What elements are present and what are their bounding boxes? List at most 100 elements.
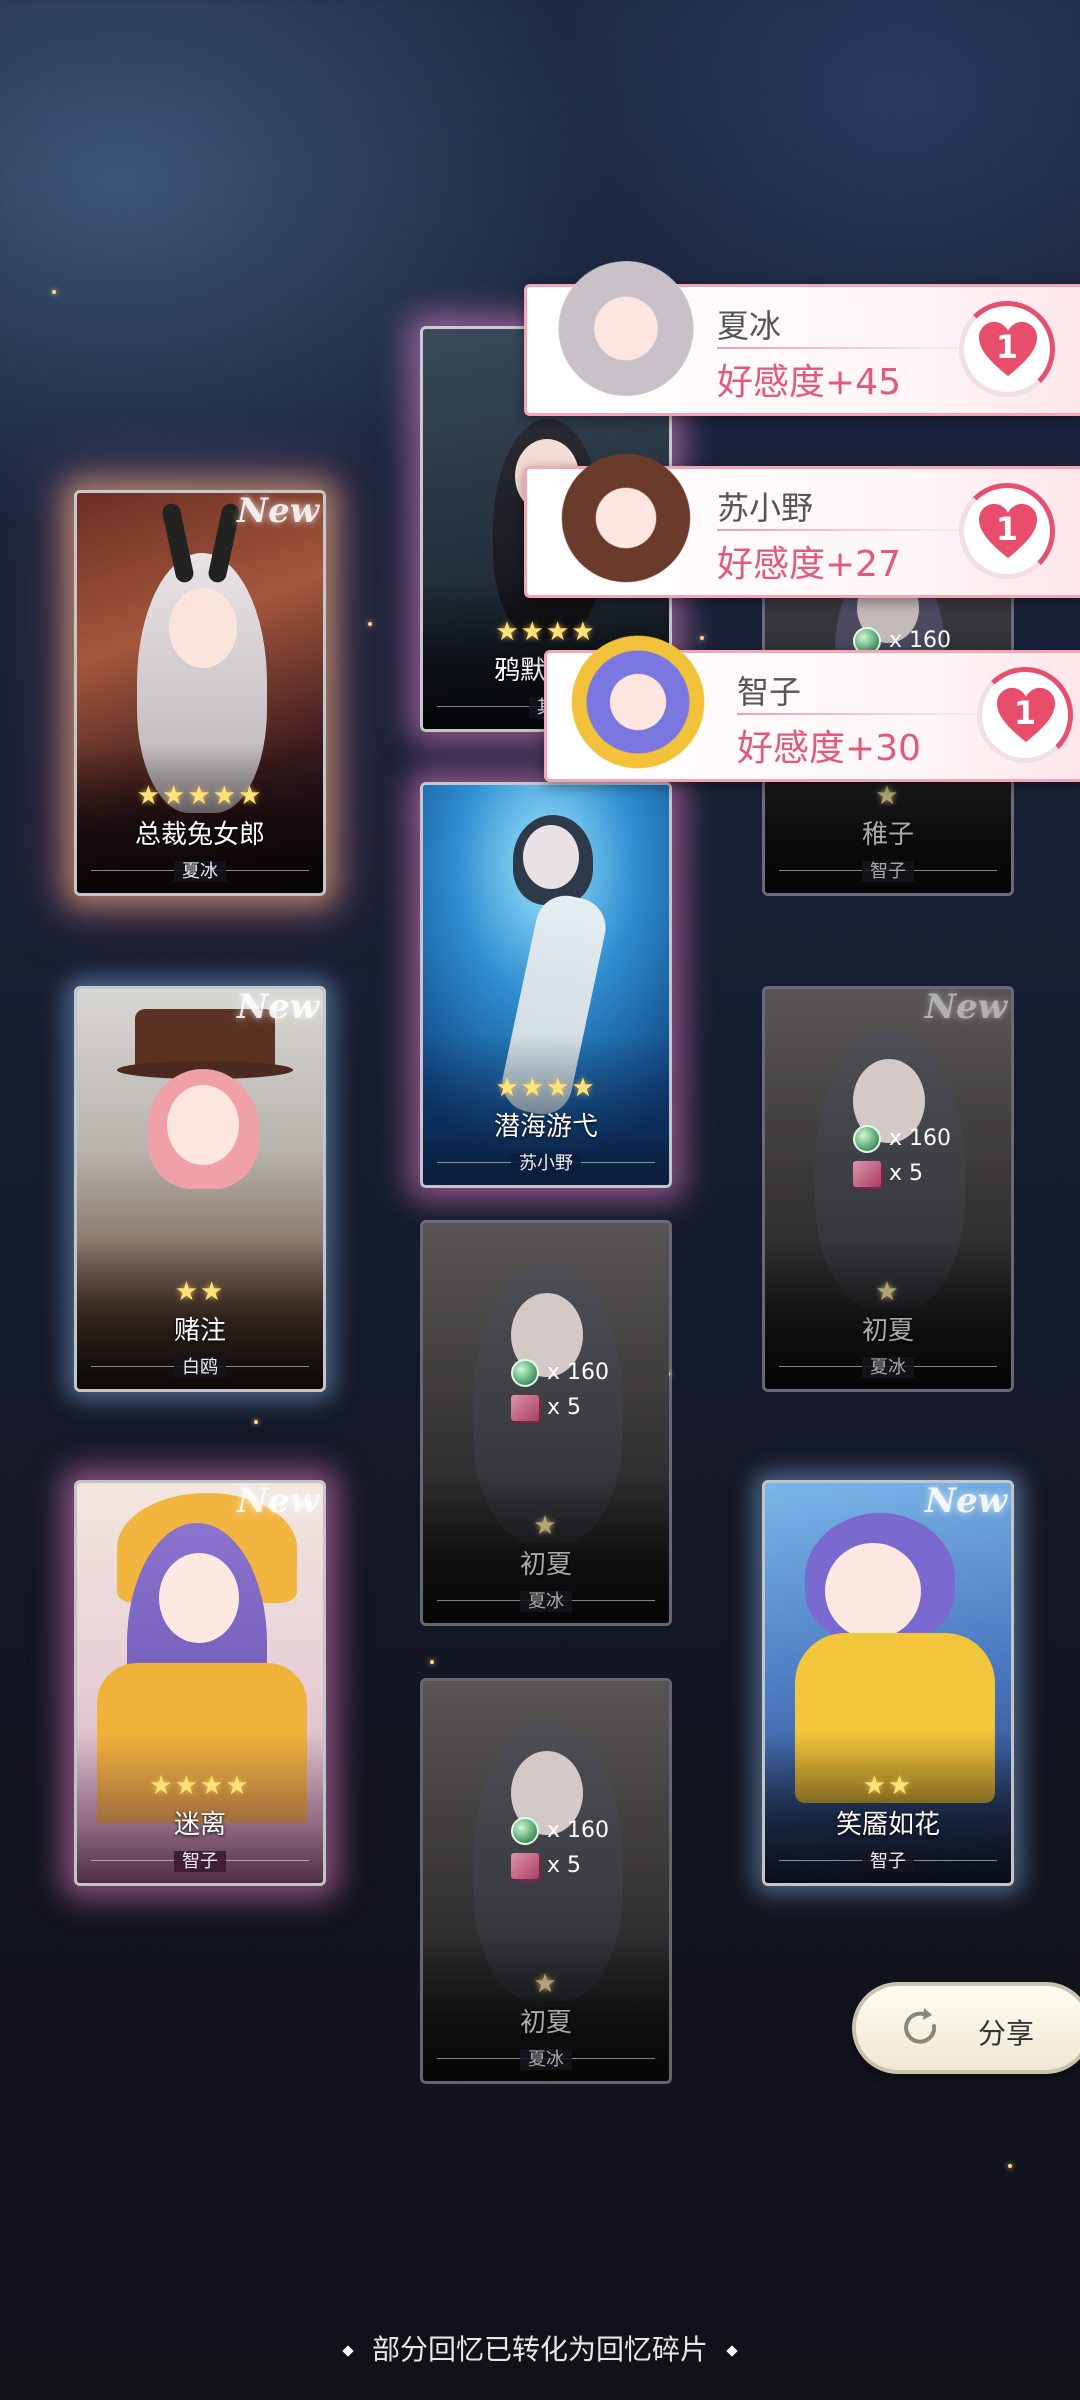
character-face xyxy=(523,825,579,889)
card-stars: ★★ xyxy=(862,1771,914,1801)
card-owner: 智子 xyxy=(765,1847,1011,1873)
divider xyxy=(717,347,987,349)
affection-value: 好感度+27 xyxy=(717,544,901,585)
card-owner-name: 夏冰 xyxy=(520,1591,572,1612)
sparkle xyxy=(254,1420,258,1424)
card-title: 初夏 xyxy=(861,1316,914,1346)
gem-icon xyxy=(511,1359,539,1387)
affection-notification: 苏小野 好感度+27 1 xyxy=(524,443,1080,598)
reward-gem: x 160 xyxy=(511,1817,609,1845)
affection-level: 1 xyxy=(995,328,1019,366)
affection-level-ring: 1 xyxy=(959,483,1055,579)
character-face xyxy=(167,1085,239,1165)
memory-card[interactable]: New ★★ 笑靥如花 智子 xyxy=(762,1480,1014,1886)
card-owner-name: 夏冰 xyxy=(862,1357,914,1378)
footer-note: 部分回忆已转化为回忆碎片 xyxy=(0,2328,1080,2368)
reward-gem: x 160 xyxy=(511,1359,609,1387)
sparkle xyxy=(430,1660,434,1664)
sparkle xyxy=(52,290,56,294)
cube-icon xyxy=(853,1161,881,1187)
character-face xyxy=(159,1553,239,1643)
cube-icon xyxy=(511,1853,539,1879)
card-stars: ★ xyxy=(875,781,901,811)
sparkle xyxy=(700,636,704,640)
new-badge: New xyxy=(925,1481,1007,1521)
notification-name: 智子 xyxy=(737,673,802,711)
card-stars: ★★ xyxy=(174,1277,226,1307)
card-owner-name: 夏冰 xyxy=(520,2049,572,2070)
sparkle xyxy=(1008,2164,1012,2168)
reward-cube: x 5 xyxy=(853,1161,923,1187)
card-owner-name: 智子 xyxy=(174,1851,226,1872)
diamond-bullet-icon xyxy=(726,2345,738,2357)
card-stars: ★ xyxy=(875,1277,901,1307)
reward-gem-count: x 160 xyxy=(889,1126,952,1151)
card-owner: 夏冰 xyxy=(77,857,323,883)
card-owner-name: 智子 xyxy=(862,1851,914,1872)
reward-cube-count: x 5 xyxy=(547,1395,582,1420)
reward-cube-count: x 5 xyxy=(889,1161,924,1186)
gem-icon xyxy=(853,1125,881,1153)
card-owner: 夏冰 xyxy=(423,1587,669,1613)
reward-cube-count: x 5 xyxy=(547,1853,582,1878)
affection-level: 1 xyxy=(995,510,1019,548)
bunny-ears-icon xyxy=(160,502,196,584)
card-title: 初夏 xyxy=(519,2008,572,2038)
affection-value: 好感度+45 xyxy=(717,362,901,403)
memory-card[interactable]: x 160 x 5 ★ 初夏 夏冰 xyxy=(420,1678,672,2084)
card-stars: ★★★★★ xyxy=(136,781,264,811)
reward-gem-count: x 160 xyxy=(547,1360,610,1385)
cube-icon xyxy=(511,1395,539,1421)
card-title: 迷离 xyxy=(173,1810,226,1840)
card-title: 总裁兔女郎 xyxy=(134,820,265,850)
diamond-bullet-icon xyxy=(342,2345,354,2357)
sparkle xyxy=(368,622,372,626)
memory-card[interactable]: ★★★★ 潜海游弋 苏小野 xyxy=(420,782,672,1188)
card-owner: 智子 xyxy=(77,1847,323,1873)
memory-card[interactable]: New ★★★★★ 总裁兔女郎 夏冰 xyxy=(74,490,326,896)
card-title: 稚子 xyxy=(861,820,914,850)
share-label: 分享 xyxy=(978,2017,1035,2050)
memory-card[interactable]: New ★★ 赌注 白鸥 xyxy=(74,986,326,1392)
memory-card[interactable]: x 160 x 5 ★ 初夏 夏冰 xyxy=(420,1220,672,1626)
memory-card[interactable]: New ★★★★ 迷离 智子 xyxy=(74,1480,326,1886)
card-title: 初夏 xyxy=(519,1550,572,1580)
card-stars: ★ xyxy=(533,1511,559,1541)
affection-notification: 智子 好感度+30 1 xyxy=(544,627,1080,782)
new-badge: New xyxy=(237,1481,319,1521)
affection-level-ring: 1 xyxy=(959,301,1055,397)
card-owner: 苏小野 xyxy=(423,1149,669,1175)
share-button[interactable]: 分享 xyxy=(852,1982,1080,2074)
refresh-arrow-icon xyxy=(904,2008,937,2044)
card-title: 赌注 xyxy=(173,1316,226,1346)
notification-name: 苏小野 xyxy=(717,489,814,527)
character-face xyxy=(825,1543,921,1639)
card-stars: ★ xyxy=(533,1969,559,1999)
card-stars: ★★★★ xyxy=(149,1771,251,1801)
new-badge: New xyxy=(925,987,1007,1027)
avatar xyxy=(551,443,701,593)
card-owner-name: 苏小野 xyxy=(511,1153,581,1174)
card-owner-name: 智子 xyxy=(862,861,914,882)
card-owner-name: 白鸥 xyxy=(174,1357,226,1378)
affection-level: 1 xyxy=(1013,694,1037,732)
reward-gem-count: x 160 xyxy=(547,1818,610,1843)
card-owner: 智子 xyxy=(765,857,1011,883)
reward-cube: x 5 xyxy=(511,1853,581,1879)
gem-icon xyxy=(511,1817,539,1845)
new-badge: New xyxy=(237,987,319,1027)
card-owner: 夏冰 xyxy=(423,2045,669,2071)
reward-cube: x 5 xyxy=(511,1395,581,1421)
memory-card[interactable]: New x 160 x 5 ★ 初夏 夏冰 xyxy=(762,986,1014,1392)
avatar xyxy=(563,627,713,777)
footer-note-text: 部分回忆已转化为回忆碎片 xyxy=(371,2333,708,2366)
divider xyxy=(737,713,1007,715)
affection-notification: 夏冰 好感度+45 1 xyxy=(524,261,1080,416)
card-owner-name: 夏冰 xyxy=(174,861,226,882)
avatar xyxy=(551,261,701,411)
affection-value: 好感度+30 xyxy=(737,728,921,769)
card-stars: ★★★★ xyxy=(495,1073,597,1103)
notification-name: 夏冰 xyxy=(717,307,782,345)
card-owner: 夏冰 xyxy=(765,1353,1011,1379)
affection-level-ring: 1 xyxy=(977,667,1073,763)
